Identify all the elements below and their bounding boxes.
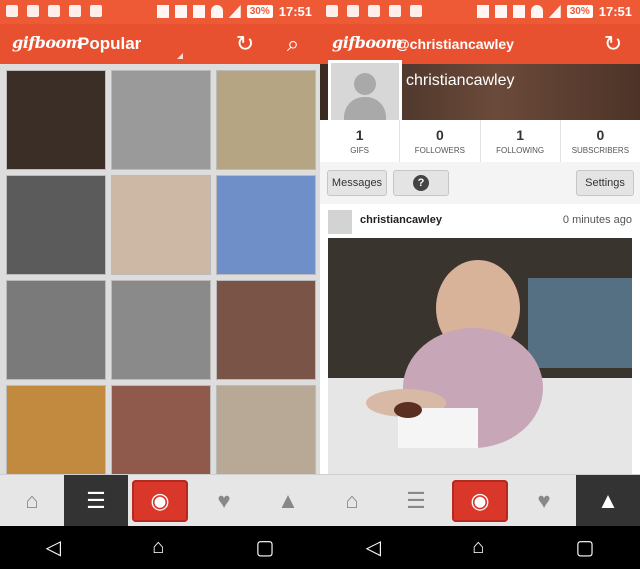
gif-post: christiancawley 0 minutes ago (320, 204, 640, 474)
bottom-nav: ⌂ ☰ ◉ ♥ ▲ (320, 474, 640, 527)
signal-icon (548, 5, 561, 18)
home-nav-icon[interactable]: ⌂ (152, 536, 164, 559)
bottom-nav: ⌂ ☰ ◉ ♥ ▲ (0, 474, 320, 527)
status-bar: 30% 17:51 (0, 0, 320, 24)
stat-following[interactable]: 1 FOLLOWING (481, 120, 561, 162)
nfc-icon (494, 5, 507, 18)
app-toolbar: gifboom @christiancawley ↻ (320, 24, 640, 64)
stat-gifs[interactable]: 1 GIFS (320, 120, 401, 162)
stat-followers[interactable]: 0 FOLLOWERS (400, 120, 481, 162)
nfc-icon (174, 5, 187, 18)
app-logo: gifboom (12, 33, 83, 52)
profile-stats: 1 GIFS 0 FOLLOWERS 1 FOLLOWING 0 SUBSCRIBERS (320, 120, 640, 163)
list-icon[interactable]: ☰ (64, 475, 128, 527)
gif-grid (0, 64, 320, 485)
battery-indicator: 30% (246, 5, 273, 18)
refresh-icon[interactable]: ↻ (599, 30, 627, 58)
notification-icon (27, 5, 39, 17)
gif-image[interactable] (328, 238, 632, 474)
app-toolbar: gifboom Popular ↻ ⌕ (0, 24, 320, 64)
gif-thumbnail[interactable] (111, 385, 211, 485)
messages-button[interactable]: Messages (327, 170, 387, 196)
profile-actions: Messages ? Settings (320, 162, 640, 205)
settings-button[interactable]: Settings (576, 170, 634, 196)
post-avatar[interactable] (328, 210, 352, 234)
alarm-icon (192, 5, 205, 18)
gif-thumbnail[interactable] (6, 70, 106, 170)
stat-subscribers[interactable]: 0 SUBSCRIBERS (561, 120, 640, 162)
notification-icon (347, 5, 359, 17)
calendar-icon (368, 5, 380, 17)
notification-icon (326, 5, 338, 17)
app-logo: gifboom (332, 33, 403, 52)
dropbox-icon (90, 5, 102, 17)
gif-thumbnail[interactable] (111, 70, 211, 170)
gif-thumbnail[interactable] (111, 175, 211, 275)
calendar-icon (48, 5, 60, 17)
bluetooth-icon (156, 5, 169, 18)
system-nav: ◁ ⌂ ▢ (0, 526, 320, 569)
alarm-icon (512, 5, 525, 18)
image-icon (389, 5, 401, 17)
camera-icon[interactable]: ◉ (452, 480, 508, 522)
wifi-icon (210, 5, 223, 18)
question-icon: ? (413, 175, 429, 191)
back-icon[interactable]: ◁ (366, 535, 381, 560)
clock: 17:51 (278, 4, 312, 19)
person-icon[interactable]: ▲ (576, 475, 640, 527)
profile-screen: 30% 17:51 gifboom @christiancawley ↻ chr… (320, 0, 640, 569)
recents-icon[interactable]: ▢ (575, 535, 594, 560)
back-icon[interactable]: ◁ (46, 535, 61, 560)
status-bar: 30% 17:51 (320, 0, 640, 24)
feed-selector[interactable]: Popular (78, 34, 141, 54)
system-nav: ◁ ⌂ ▢ (320, 526, 640, 569)
battery-indicator: 30% (566, 5, 593, 18)
recents-icon[interactable]: ▢ (255, 535, 274, 560)
refresh-icon[interactable]: ↻ (231, 30, 259, 58)
list-icon[interactable]: ☰ (384, 475, 448, 527)
gif-thumbnail[interactable] (216, 70, 316, 170)
dropdown-caret-icon[interactable] (177, 53, 183, 59)
gif-thumbnail[interactable] (216, 175, 316, 275)
profile-handle: @christiancawley (396, 36, 514, 52)
gif-thumbnail[interactable] (6, 280, 106, 380)
signal-icon (228, 5, 241, 18)
chat-icon[interactable]: ♥ (512, 475, 576, 527)
person-icon[interactable]: ▲ (256, 475, 320, 527)
gif-thumbnail[interactable] (6, 175, 106, 275)
help-button[interactable]: ? (393, 170, 449, 196)
home-icon[interactable]: ⌂ (320, 475, 384, 527)
notification-icon (6, 5, 18, 17)
wifi-icon (530, 5, 543, 18)
gif-thumbnail[interactable] (6, 385, 106, 485)
popular-screen: 30% 17:51 gifboom Popular ↻ ⌕ ⌂ ☰ ◉ ♥ ▲ … (0, 0, 320, 569)
bluetooth-icon (476, 5, 489, 18)
home-icon[interactable]: ⌂ (0, 475, 64, 527)
home-nav-icon[interactable]: ⌂ (472, 536, 484, 559)
gif-thumbnail[interactable] (216, 385, 316, 485)
gif-thumbnail[interactable] (111, 280, 211, 380)
post-time: 0 minutes ago (562, 214, 632, 226)
profile-username: christiancawley (406, 72, 515, 89)
gif-thumbnail[interactable] (216, 280, 316, 380)
clock: 17:51 (598, 4, 632, 19)
image-icon (69, 5, 81, 17)
camera-icon[interactable]: ◉ (132, 480, 188, 522)
chat-icon[interactable]: ♥ (192, 475, 256, 527)
dropbox-icon (410, 5, 422, 17)
avatar[interactable] (328, 60, 402, 126)
post-author[interactable]: christiancawley (360, 214, 442, 226)
search-icon[interactable]: ⌕ (279, 30, 307, 58)
